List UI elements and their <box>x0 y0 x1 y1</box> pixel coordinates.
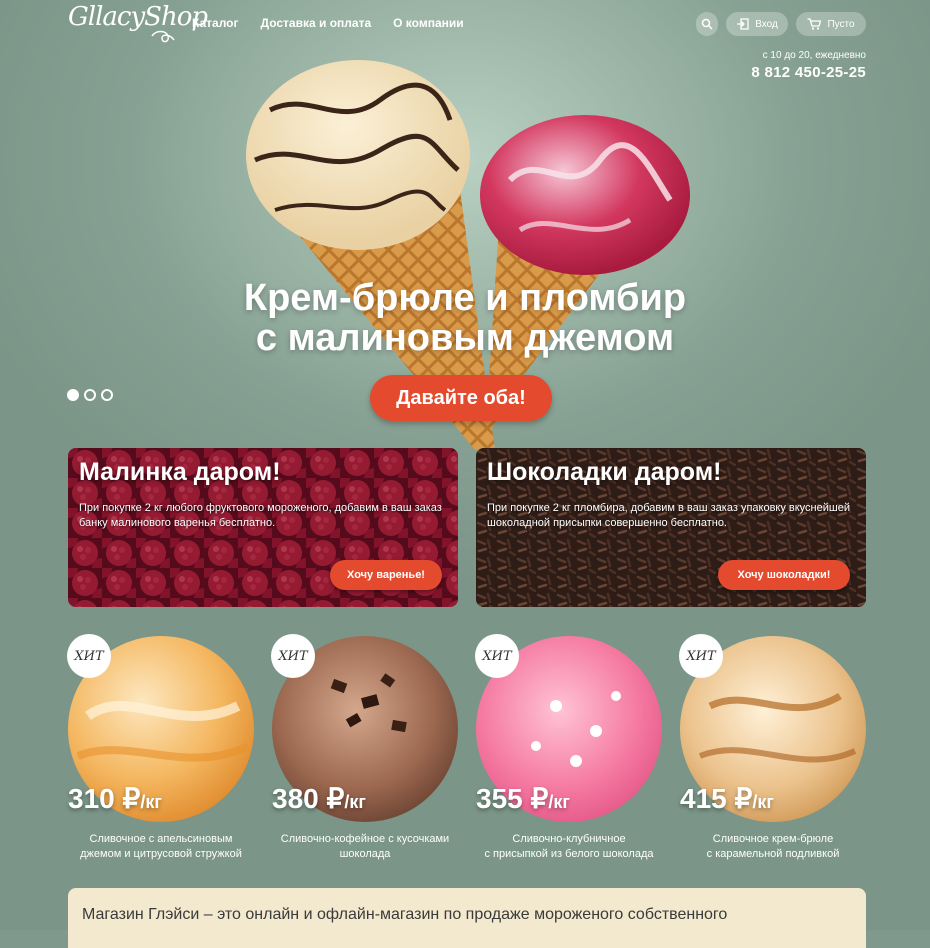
about-text: Магазин Глэйси – это онлайн и офлайн-маг… <box>82 906 728 923</box>
product-name-line1: Сливочно-клубничное <box>512 833 626 845</box>
product-name-line1: Сливочно-кофейное с кусочками <box>280 833 450 845</box>
product-name-line1: Сливочное крем-брюле <box>712 833 834 845</box>
nav-catalog[interactable]: Каталог <box>192 16 239 30</box>
promo-title: Шоколадки даром! <box>487 458 722 486</box>
login-icon <box>737 18 749 30</box>
product-name-line2: шоколада <box>339 848 391 860</box>
product-name-line2: джемом и цитрусовой стружкой <box>80 848 242 860</box>
product-price: 415 ₽/кг <box>680 782 774 815</box>
product-name[interactable]: Сливочное с апельсиновым джемом и цитрус… <box>58 832 264 862</box>
hit-badge: ХИТ <box>679 634 723 678</box>
logo-swirl-icon <box>151 30 175 43</box>
promo-card-chocolate: Шоколадки даром! При покупке 2 кг пломби… <box>476 448 866 607</box>
promo-title: Малинка даром! <box>79 458 281 486</box>
slider-dot-3[interactable] <box>101 389 113 401</box>
product-name-line1: Сливочное с апельсиновым <box>89 833 233 845</box>
hit-badge: ХИТ <box>475 634 519 678</box>
hit-badge: ХИТ <box>271 634 315 678</box>
product-name[interactable]: Сливочно-клубничное с присыпкой из белог… <box>466 832 672 862</box>
phone-number[interactable]: 8 812 450-25-25 <box>751 64 866 81</box>
price-value: 415 ₽ <box>680 783 753 814</box>
product-name-line2: с присыпкой из белого шоколада <box>484 848 654 860</box>
want-chocolate-button[interactable]: Хочу шоколадки! <box>718 560 850 590</box>
search-icon <box>701 18 713 30</box>
hit-badge: ХИТ <box>67 634 111 678</box>
product-name[interactable]: Сливочное крем-брюле с карамельной подли… <box>670 832 876 862</box>
promo-text: При покупке 2 кг любого фруктового морож… <box>79 502 442 529</box>
search-button[interactable] <box>696 12 718 36</box>
slider-dot-1[interactable] <box>67 389 79 401</box>
product-name-line2: с карамельной подливкой <box>706 848 840 860</box>
hero-title-line2: с малиновым джемом <box>255 317 675 359</box>
cart-label: Пусто <box>827 18 855 30</box>
slider-dots <box>67 389 113 401</box>
working-hours: с 10 до 20, ежедневно <box>762 50 866 61</box>
product-price: 355 ₽/кг <box>476 782 570 815</box>
cart-button[interactable]: Пусто <box>796 12 866 36</box>
product-price: 380 ₽/кг <box>272 782 366 815</box>
login-button[interactable]: Вход <box>726 12 788 36</box>
price-unit: /кг <box>548 792 570 812</box>
login-label: Вход <box>755 18 778 30</box>
hero-cta-button[interactable]: Давайте оба! <box>370 375 552 421</box>
main-nav: Каталог Доставка и оплата О компании <box>192 16 464 30</box>
hero-title-line1: Крем-брюле и пломбир <box>243 277 687 319</box>
logo[interactable]: GllacyShop <box>68 2 208 32</box>
price-unit: /кг <box>752 792 774 812</box>
price-unit: /кг <box>140 792 162 812</box>
nav-delivery[interactable]: Доставка и оплата <box>261 16 372 30</box>
cart-icon <box>807 18 822 30</box>
product-name[interactable]: Сливочно-кофейное с кусочками шоколада <box>262 832 468 862</box>
nav-about[interactable]: О компании <box>393 16 464 30</box>
promo-card-raspberry: Малинка даром! При покупке 2 кг любого ф… <box>68 448 458 607</box>
promo-text: При покупке 2 кг пломбира, добавим в ваш… <box>487 502 850 529</box>
price-value: 310 ₽ <box>68 783 141 814</box>
product-price: 310 ₽/кг <box>68 782 162 815</box>
about-section: Магазин Глэйси – это онлайн и офлайн-маг… <box>68 888 866 948</box>
slider-dot-2[interactable] <box>84 389 96 401</box>
price-value: 355 ₽ <box>476 783 549 814</box>
price-value: 380 ₽ <box>272 783 345 814</box>
price-unit: /кг <box>344 792 366 812</box>
hero-title: Крем-брюле и пломбир с малиновым джемом <box>0 278 930 358</box>
want-jam-button[interactable]: Хочу варенье! <box>330 560 442 590</box>
